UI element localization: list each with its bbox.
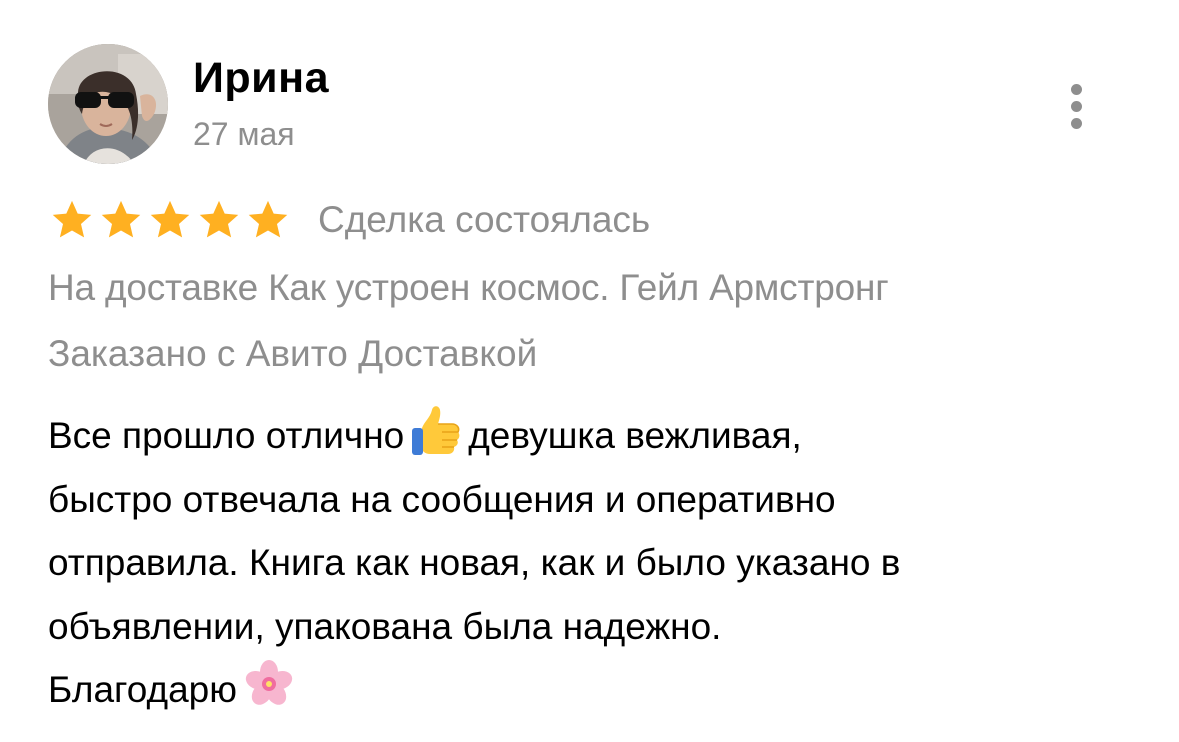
- cherry-blossom-emoji-icon: [241, 658, 297, 710]
- more-vertical-icon-dot: [1071, 118, 1082, 129]
- review-text-line: быстро отвечала на сообщения и оперативн…: [48, 478, 836, 520]
- review-text-line: объявлении, упакована была надежно.: [48, 605, 722, 647]
- star-icon: [99, 198, 143, 242]
- review-text-line: отправила. Книга как новая, как и было у…: [48, 542, 901, 583]
- star-icon: [50, 198, 94, 242]
- thumbs-up-emoji-icon: [408, 404, 464, 456]
- review-date: 27 мая: [193, 116, 295, 152]
- star-icon: [246, 198, 290, 242]
- star-rating: [50, 198, 295, 242]
- review-text-line: Благодарю: [48, 658, 1148, 722]
- review-text-segment: девушка вежливая,: [468, 415, 802, 456]
- deal-status: Сделка состоялась: [318, 199, 651, 240]
- delivery-method: Заказано с Авито Доставкой: [48, 333, 538, 374]
- star-icon: [197, 198, 241, 242]
- review-text: Все прошло отлично девушка вежливая, быс…: [48, 404, 1148, 722]
- star-icon: [148, 198, 192, 242]
- user-avatar[interactable]: [48, 44, 168, 164]
- review-text-segment: Благодарю: [48, 669, 237, 710]
- user-avatar-photo-icon: [48, 44, 168, 164]
- review-text-segment: Все прошло отлично: [48, 415, 405, 456]
- more-options-button[interactable]: [1056, 78, 1100, 134]
- more-vertical-icon: [1071, 84, 1082, 95]
- item-title-link[interactable]: На доставке Как устроен космос. Гейл Арм…: [48, 264, 889, 312]
- author-name[interactable]: Ирина: [193, 52, 329, 104]
- more-vertical-icon-dot: [1071, 101, 1082, 112]
- review-text-line: Все прошло отлично девушка вежливая,: [48, 404, 1148, 468]
- review-card: Ирина 27 мая Сделка состоялась На достав…: [0, 0, 1179, 742]
